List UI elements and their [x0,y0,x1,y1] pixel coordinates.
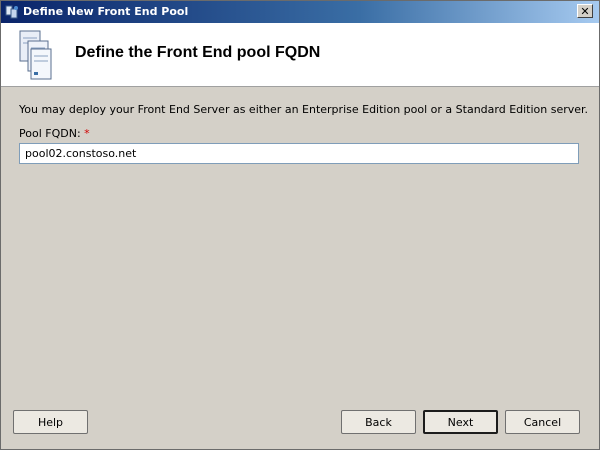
description-text: You may deploy your Front End Server as … [19,103,589,116]
help-button[interactable]: Help [13,410,88,434]
title-bar[interactable]: Define New Front End Pool ✕ [1,1,599,23]
window-title: Define New Front End Pool [23,5,189,18]
pool-fqdn-label: Pool FQDN: * [19,127,90,140]
pool-fqdn-input[interactable] [19,143,579,164]
pool-fqdn-label-text: Pool FQDN: [19,127,81,140]
close-button[interactable]: ✕ [577,4,593,18]
dialog-window: Define New Front End Pool ✕ Define the F… [0,0,600,450]
next-button[interactable]: Next [423,410,498,434]
wizard-header: Define the Front End pool FQDN [1,23,599,87]
server-pool-icon [19,29,53,81]
cancel-button[interactable]: Cancel [505,410,580,434]
required-marker: * [84,127,90,140]
close-icon: ✕ [580,4,590,18]
page-title: Define the Front End pool FQDN [75,44,321,61]
back-button[interactable]: Back [341,410,416,434]
wizard-server-icon [4,4,20,20]
